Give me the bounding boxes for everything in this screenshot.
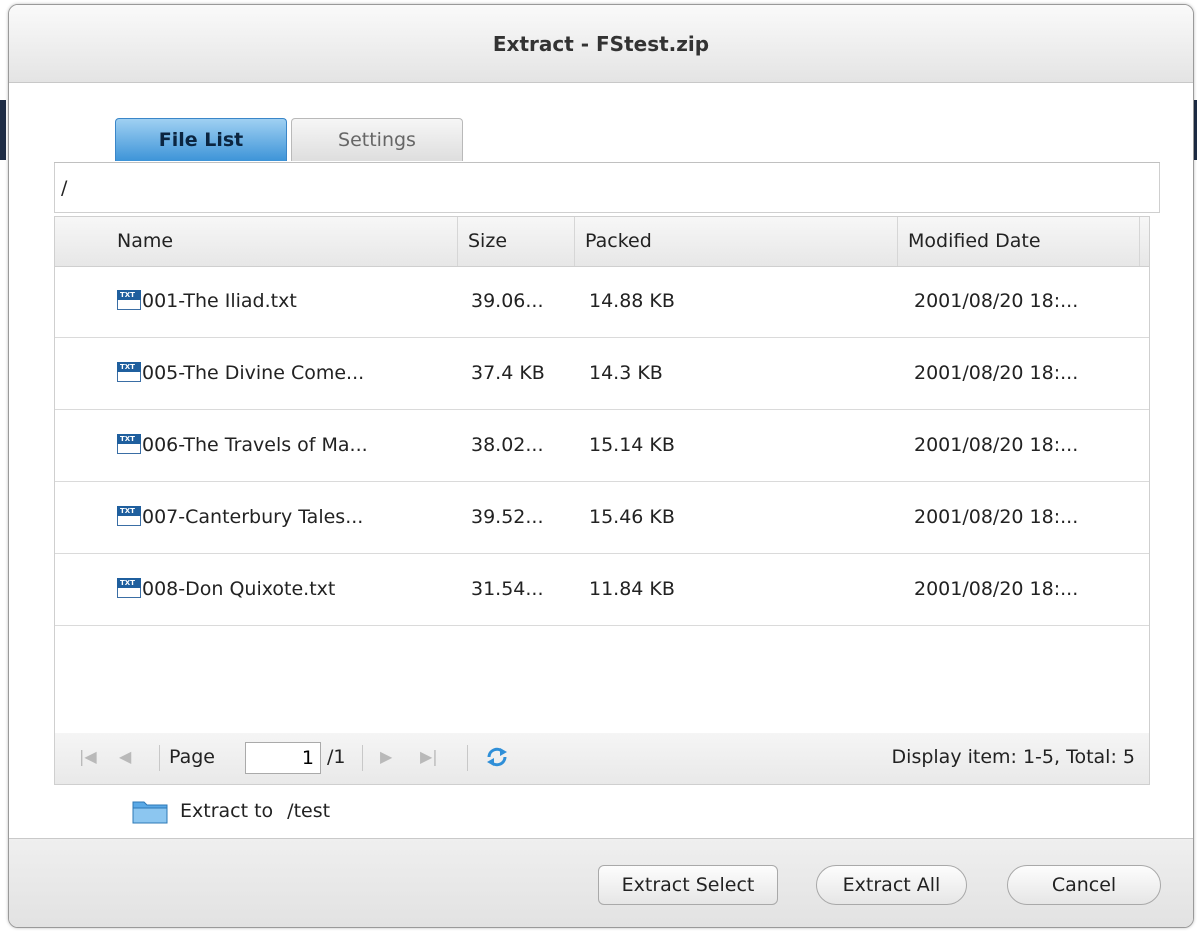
file-modified-date: 2001/08/20 18:... [914, 506, 1079, 528]
display-item-info: Display item: 1-5, Total: 5 [891, 746, 1135, 768]
file-modified-date: 2001/08/20 18:... [914, 362, 1079, 384]
file-packed: 11.84 KB [589, 578, 675, 600]
pagination-bar: |◀ ◀ Page /1 ▶ ▶| Display item: 1-5, Tot… [54, 733, 1150, 785]
file-modified-date: 2001/08/20 18:... [914, 434, 1079, 456]
page-number-input[interactable] [245, 742, 321, 774]
txt-file-icon [117, 290, 141, 310]
cancel-button[interactable]: Cancel [1007, 865, 1161, 905]
current-path: / [54, 163, 1160, 213]
txt-file-icon [117, 578, 141, 598]
file-packed: 15.46 KB [589, 506, 675, 528]
tab-file-list[interactable]: File List [115, 118, 287, 161]
file-packed: 14.3 KB [589, 362, 663, 384]
file-size: 39.06... [471, 290, 544, 312]
file-name: 007-Canterbury Tales... [142, 506, 364, 528]
file-packed: 14.88 KB [589, 290, 675, 312]
file-name: 005-The Divine Come... [142, 362, 365, 384]
first-page-icon[interactable]: |◀ [79, 747, 97, 766]
file-size: 31.54... [471, 578, 544, 600]
next-page-icon[interactable]: ▶ [380, 747, 392, 766]
page-total: /1 [327, 746, 346, 768]
extract-select-button[interactable]: Extract Select [598, 865, 778, 905]
file-list-panel: / Name Size Packed Modified Date 001-The… [54, 162, 1160, 833]
file-name: 006-The Travels of Ma... [142, 434, 368, 456]
grid-header: Name Size Packed Modified Date [55, 217, 1149, 267]
file-modified-date: 2001/08/20 18:... [914, 578, 1079, 600]
extract-to-path[interactable]: /test [287, 800, 330, 822]
txt-file-icon [117, 434, 141, 454]
txt-file-icon [117, 362, 141, 382]
txt-file-icon [117, 506, 141, 526]
column-header-modified-date[interactable]: Modified Date [898, 217, 1140, 266]
last-page-icon[interactable]: ▶| [420, 747, 438, 766]
page-label: Page [169, 746, 215, 768]
tab-bar: File List Settings [115, 118, 463, 162]
table-row[interactable]: 007-Canterbury Tales... 39.52... 15.46 K… [55, 482, 1149, 554]
file-modified-date: 2001/08/20 18:... [914, 290, 1079, 312]
file-name: 008-Don Quixote.txt [142, 578, 336, 600]
table-row[interactable]: 006-The Travels of Ma... 38.02... 15.14 … [55, 410, 1149, 482]
table-row[interactable]: 005-The Divine Come... 37.4 KB 14.3 KB 2… [55, 338, 1149, 410]
file-packed: 15.14 KB [589, 434, 675, 456]
dialog-title-bar: Extract - FStest.zip [9, 5, 1193, 83]
background-edge-left [0, 100, 6, 160]
tab-settings[interactable]: Settings [291, 118, 463, 161]
previous-page-icon[interactable]: ◀ [119, 747, 131, 766]
file-size: 37.4 KB [471, 362, 545, 384]
table-row[interactable]: 001-The Iliad.txt 39.06... 14.88 KB 2001… [55, 266, 1149, 338]
pager-divider [159, 745, 160, 771]
column-header-packed[interactable]: Packed [575, 217, 898, 266]
dialog-title: Extract - FStest.zip [492, 31, 710, 56]
extract-to-label: Extract to [180, 800, 274, 822]
extract-dialog: Extract - FStest.zip File List Settings … [8, 4, 1194, 928]
file-size: 38.02... [471, 434, 544, 456]
dialog-button-bar: Extract Select Extract All Cancel [9, 838, 1193, 927]
file-size: 39.52... [471, 506, 544, 528]
file-name: 001-The Iliad.txt [142, 290, 297, 312]
column-header-size[interactable]: Size [458, 217, 575, 266]
refresh-icon[interactable] [485, 745, 509, 769]
pager-divider [467, 745, 468, 771]
table-row[interactable]: 008-Don Quixote.txt 31.54... 11.84 KB 20… [55, 554, 1149, 626]
extract-all-button[interactable]: Extract All [816, 865, 967, 905]
file-grid: Name Size Packed Modified Date 001-The I… [54, 216, 1150, 736]
extract-to-row: Extract to /test [132, 796, 330, 826]
column-header-name[interactable]: Name [55, 217, 458, 266]
pager-divider [362, 745, 363, 771]
folder-icon [132, 801, 168, 824]
